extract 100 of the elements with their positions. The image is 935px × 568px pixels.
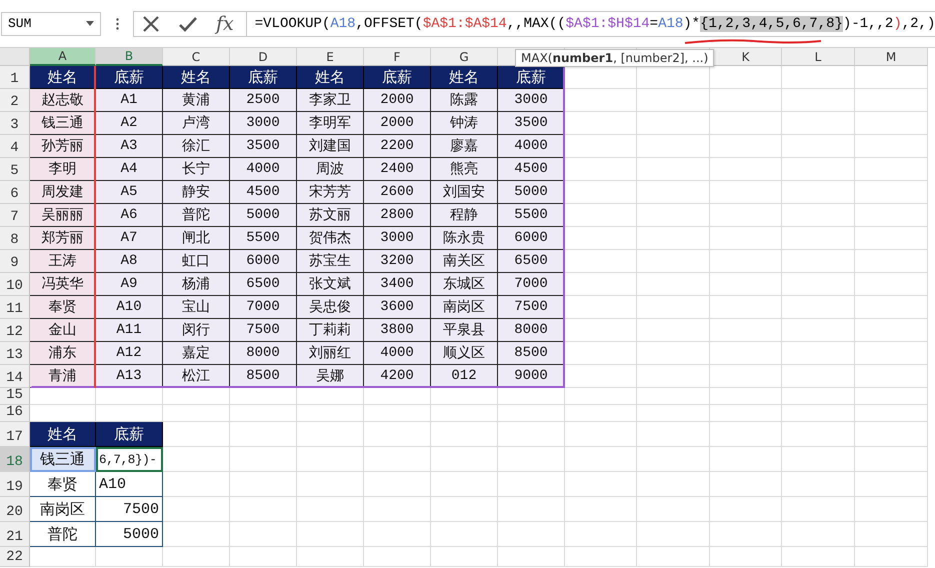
row-number[interactable]: 6 (0, 181, 30, 204)
column-header-label[interactable]: A (30, 48, 96, 66)
row-number[interactable]: 22 (0, 547, 30, 567)
row-number[interactable]: 2 (0, 89, 30, 112)
table-cell: 嘉定 (163, 342, 230, 365)
row-number[interactable]: 4 (0, 135, 30, 158)
row-number[interactable]: 19 (0, 472, 30, 497)
column-header-label[interactable]: D (230, 48, 297, 66)
column-header: 底薪 (498, 66, 565, 89)
row-number[interactable]: 20 (0, 497, 30, 522)
table-cell: 8000 (230, 342, 297, 365)
table-cell: A4 (96, 158, 163, 181)
column-header-label[interactable]: G (431, 48, 498, 66)
table-cell: 刘国安 (431, 181, 498, 204)
row-number[interactable]: 8 (0, 227, 30, 250)
more-icon[interactable] (116, 18, 119, 30)
column-header-label[interactable]: E (297, 48, 364, 66)
table-cell: 李明军 (297, 112, 364, 135)
table-cell: 5000 (230, 204, 297, 227)
table-cell: 虹口 (163, 250, 230, 273)
row-number[interactable]: 12 (0, 319, 30, 342)
table-cell: 5000 (96, 522, 163, 547)
table-cell: 陈露 (431, 89, 498, 112)
name-box[interactable]: SUM (1, 12, 101, 36)
table-cell: 4500 (230, 181, 297, 204)
table-cell: 5500 (230, 227, 297, 250)
column-header-label[interactable]: F (364, 48, 431, 66)
row-number[interactable]: 21 (0, 522, 30, 547)
table-cell: 3800 (364, 319, 431, 342)
table-cell: 2500 (230, 89, 297, 112)
check-icon[interactable] (178, 14, 198, 32)
table-cell: 7000 (498, 273, 565, 296)
row-number[interactable]: 11 (0, 296, 30, 319)
table-cell: 3400 (364, 273, 431, 296)
table-cell: 丁莉莉 (297, 319, 364, 342)
formula-field[interactable]: =VLOOKUP(A18,OFFSET($A$1:$A$14,,MAX(($A$1:$H$14=A18)*{1,2,3,4,5,6,7,8})-1,,2),2,) (246, 10, 935, 36)
table-cell: 6500 (230, 273, 297, 296)
table-cell: 廖嘉 (431, 135, 498, 158)
row-number[interactable]: 1 (0, 66, 30, 89)
table-cell: A13 (96, 365, 163, 388)
table-cell: 7500 (498, 296, 565, 319)
table-cell: 5000 (498, 181, 565, 204)
insert-function-button[interactable]: fx (216, 14, 234, 34)
row-number[interactable]: 15 (0, 388, 30, 405)
row-number[interactable]: 3 (0, 112, 30, 135)
table-cell: 7500 (96, 497, 163, 522)
table-cell: 2000 (364, 112, 431, 135)
row-number[interactable]: 18 (0, 447, 30, 472)
cell-editor[interactable]: 6,7,8})- (96, 447, 163, 472)
table-cell: 4000 (364, 342, 431, 365)
table-cell: A5 (96, 181, 163, 204)
table-cell: 浦东 (30, 342, 96, 365)
column-header-label[interactable]: L (782, 48, 855, 66)
table-cell: 李明 (30, 158, 96, 181)
row-number[interactable]: 10 (0, 273, 30, 296)
column-header: 底薪 (96, 422, 163, 447)
column-header-label[interactable]: M (855, 48, 928, 66)
table-cell: 孙芳丽 (30, 135, 96, 158)
table-cell: 周波 (297, 158, 364, 181)
table-cell: 东城区 (431, 273, 498, 296)
table-cell: 8500 (230, 365, 297, 388)
row-number[interactable]: 17 (0, 422, 30, 447)
table-cell: 5500 (498, 204, 565, 227)
column-header-label[interactable]: C (163, 48, 230, 66)
table-cell: 8000 (498, 319, 565, 342)
table-cell: A11 (96, 319, 163, 342)
row-number[interactable]: 7 (0, 204, 30, 227)
table-cell: 周发建 (30, 181, 96, 204)
table-cell: 刘建国 (297, 135, 364, 158)
table-cell: 4200 (364, 365, 431, 388)
column-header-label[interactable]: B (96, 48, 163, 66)
table-cell: 奉贤 (30, 296, 96, 319)
column-header: 姓名 (297, 66, 364, 89)
column-header-label[interactable]: K (710, 48, 782, 66)
column-header: 底薪 (230, 66, 297, 89)
dropdown-caret-icon[interactable] (86, 21, 94, 26)
table-cell: 6000 (498, 227, 565, 250)
table-cell: 3200 (364, 250, 431, 273)
table-cell: 李家卫 (297, 89, 364, 112)
table-cell: 3500 (230, 135, 297, 158)
table-cell: 冯英华 (30, 273, 96, 296)
table-cell: 徐汇 (163, 135, 230, 158)
row-number[interactable]: 9 (0, 250, 30, 273)
table-cell: 7500 (230, 319, 297, 342)
table-cell: 7000 (230, 296, 297, 319)
table-cell: 普陀 (163, 204, 230, 227)
row-number[interactable]: 16 (0, 405, 30, 422)
table-cell: 南岗区 (431, 296, 498, 319)
table-cell: A6 (96, 204, 163, 227)
row-number[interactable]: 13 (0, 342, 30, 365)
cancel-icon[interactable] (142, 14, 160, 32)
row-number[interactable]: 14 (0, 365, 30, 388)
table-cell: A7 (96, 227, 163, 250)
row-number[interactable]: 5 (0, 158, 30, 181)
table-cell: 张文斌 (297, 273, 364, 296)
table-cell: 奉贤 (30, 472, 96, 497)
column-header: 底薪 (364, 66, 431, 89)
table-cell: 静安 (163, 181, 230, 204)
table-cell: 赵志敬 (30, 89, 96, 112)
column-header: 姓名 (30, 66, 96, 89)
